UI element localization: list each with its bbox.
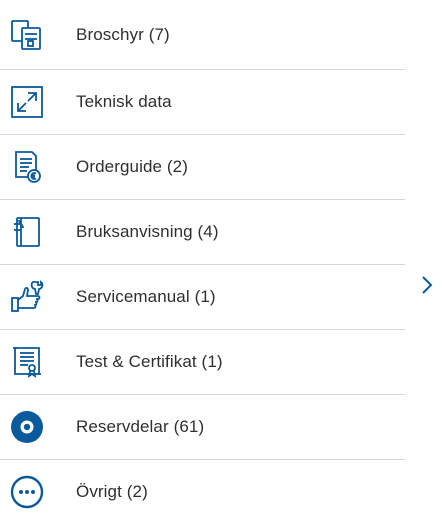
menu-item-reservdelar[interactable]: Reservdelar (61) (0, 394, 405, 459)
spare-parts-icon (8, 408, 46, 446)
wrench-hand-icon (8, 278, 46, 316)
menu-item-label: Orderguide (2) (76, 157, 188, 176)
menu-item-label: Reservdelar (61) (76, 417, 205, 436)
more-dots-icon (8, 473, 46, 511)
menu-item-orderguide[interactable]: Orderguide (2) (0, 134, 405, 199)
menu-item-label: Broschyr (7) (76, 24, 170, 44)
menu-item-label: Teknisk data (76, 92, 172, 111)
menu-item-label: Servicemanual (1) (76, 287, 216, 306)
brochure-icon (8, 16, 46, 54)
menu-item-ovrigt[interactable]: Övrigt (2) (0, 459, 405, 524)
menu-item-broschyr[interactable]: Broschyr (7) (0, 0, 405, 69)
certificate-icon (8, 343, 46, 381)
menu-item-servicemanual[interactable]: Servicemanual (1) (0, 264, 405, 329)
chevron-right-icon[interactable] (420, 274, 434, 296)
price-document-icon (8, 148, 46, 186)
menu-item-test-certifikat[interactable]: Test & Certifikat (1) (0, 329, 405, 394)
menu-item-bruksanvisning[interactable]: Bruksanvisning (4) (0, 199, 405, 264)
menu-item-label: Bruksanvisning (4) (76, 222, 219, 241)
menu-item-label: Övrigt (2) (76, 482, 148, 501)
documents-menu: Broschyr (7) Teknisk data Orderguide (2)… (0, 0, 405, 524)
menu-item-label: Test & Certifikat (1) (76, 352, 223, 371)
menu-item-teknisk-data[interactable]: Teknisk data (0, 69, 405, 134)
manual-book-icon (8, 213, 46, 251)
expand-arrows-icon (8, 83, 46, 121)
